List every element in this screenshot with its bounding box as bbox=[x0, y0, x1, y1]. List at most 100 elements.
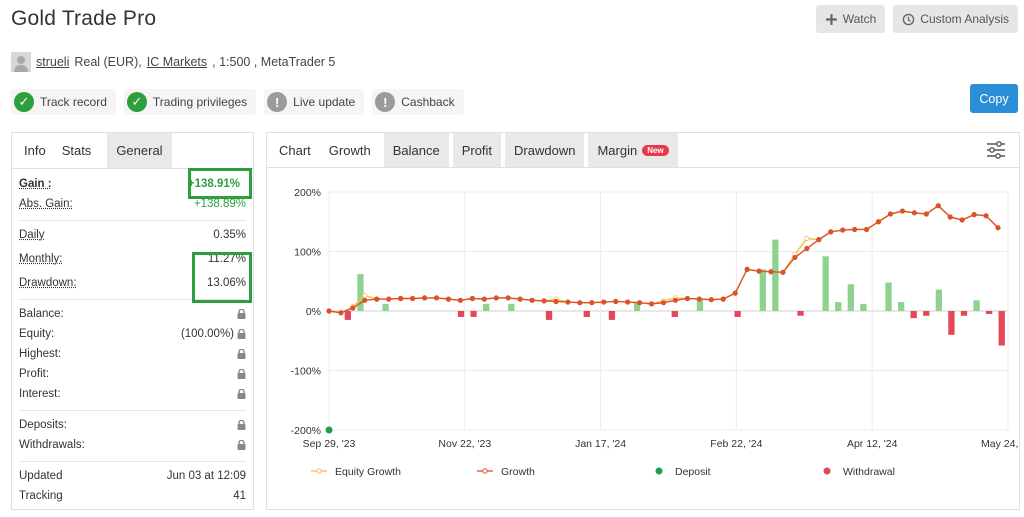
copy-button[interactable]: Copy bbox=[970, 84, 1018, 113]
growth-point bbox=[852, 226, 858, 233]
growth-point bbox=[505, 295, 511, 301]
highlight-monthly-drawdown bbox=[192, 252, 252, 303]
gain-bar bbox=[973, 300, 980, 311]
loss-bar bbox=[671, 311, 678, 317]
broker-link[interactable]: IC Markets bbox=[147, 55, 207, 69]
badge-label: Track record bbox=[40, 95, 107, 109]
badge-cashback[interactable]: ! Cashback bbox=[372, 89, 464, 115]
settings-sliders-icon[interactable] bbox=[986, 141, 1006, 159]
legend-label: Growth bbox=[501, 466, 535, 478]
stat-value: (100.00%) bbox=[180, 328, 234, 340]
growth-point bbox=[792, 254, 798, 261]
username-link[interactable]: strueli bbox=[36, 55, 69, 69]
watch-label: Watch bbox=[842, 12, 877, 26]
growth-point bbox=[601, 299, 607, 305]
badge-trading-privileges[interactable]: ✓ Trading privileges bbox=[123, 89, 257, 115]
growth-point bbox=[947, 214, 953, 220]
growth-point bbox=[481, 296, 487, 302]
growth-point bbox=[887, 211, 894, 217]
legend-swatch bbox=[823, 467, 831, 475]
legend-swatch bbox=[655, 467, 663, 475]
growth-point bbox=[398, 295, 404, 302]
loss-bar bbox=[344, 311, 352, 320]
tab-info[interactable]: Info bbox=[12, 133, 54, 168]
legend-swatch-point bbox=[482, 468, 488, 474]
x-tick-label: Jan 17, '24 bbox=[575, 438, 626, 450]
stat-label: Profit: bbox=[19, 368, 50, 380]
stat-value: +138.89% bbox=[193, 198, 246, 210]
growth-point bbox=[899, 208, 906, 214]
growth-point bbox=[553, 298, 559, 305]
growth-point bbox=[517, 296, 523, 302]
growth-point bbox=[637, 300, 643, 306]
divider bbox=[19, 410, 246, 411]
growth-point bbox=[672, 297, 679, 303]
growth-point bbox=[983, 213, 989, 219]
x-tick-label: Sep 29, '23 bbox=[303, 438, 356, 450]
stat-label: Interest: bbox=[19, 388, 61, 400]
x-tick-label: Feb 22, '24 bbox=[710, 438, 762, 450]
badge-track-record[interactable]: ✓ Track record bbox=[11, 89, 116, 115]
growth-point bbox=[362, 297, 368, 303]
stat-deposits: Deposits: bbox=[19, 415, 246, 435]
gain-bar bbox=[897, 302, 905, 311]
badge-label: Cashback bbox=[401, 95, 455, 109]
legend-label: Deposit bbox=[675, 466, 711, 478]
y-tick-label: 0% bbox=[306, 306, 321, 318]
stat-tracking: Tracking 41 bbox=[19, 486, 246, 506]
stat-label[interactable]: Monthly: bbox=[19, 253, 62, 265]
stat-profit: Profit: bbox=[19, 364, 246, 384]
tab-balance[interactable]: Balance bbox=[383, 133, 449, 167]
y-tick-label: 100% bbox=[294, 247, 321, 259]
tab-margin[interactable]: Margin New bbox=[588, 133, 678, 167]
loss-bar bbox=[910, 311, 917, 319]
tab-profit[interactable]: Profit bbox=[452, 133, 502, 167]
left-tabs: Info Stats General bbox=[12, 133, 253, 169]
stat-label[interactable]: Drawdown: bbox=[19, 277, 77, 289]
growth-point bbox=[386, 296, 392, 302]
loss-bar bbox=[985, 311, 993, 314]
growth-point bbox=[684, 295, 690, 302]
gain-bar bbox=[822, 256, 829, 311]
lock-icon bbox=[237, 440, 246, 450]
stat-label: Updated bbox=[19, 470, 63, 482]
lock-icon bbox=[237, 329, 246, 339]
tab-general[interactable]: General bbox=[107, 133, 172, 168]
growth-point bbox=[541, 298, 547, 304]
stat-label[interactable]: Abs. Gain: bbox=[19, 198, 73, 210]
watch-button[interactable]: Watch bbox=[815, 5, 886, 33]
account-line: strueli Real (EUR), IC Markets , 1:500 ,… bbox=[11, 52, 335, 72]
stat-value: Jun 03 at 12:09 bbox=[166, 470, 246, 482]
growth-point bbox=[433, 295, 440, 301]
growth-point bbox=[577, 300, 583, 306]
x-tick-label: Nov 22, '23 bbox=[438, 438, 491, 450]
growth-point bbox=[565, 299, 571, 305]
loss-bar bbox=[470, 311, 477, 317]
loss-bar bbox=[797, 311, 804, 316]
growth-point bbox=[768, 269, 774, 275]
tab-drawdown[interactable]: Drawdown bbox=[505, 133, 585, 167]
stat-label[interactable]: Gain : bbox=[19, 178, 52, 190]
check-icon: ✓ bbox=[126, 92, 147, 112]
page-title: Gold Trade Pro bbox=[11, 7, 157, 30]
tab-stats[interactable]: Stats bbox=[54, 133, 100, 168]
gain-bar bbox=[382, 303, 389, 311]
gain-bar bbox=[860, 303, 867, 311]
custom-analysis-button[interactable]: Custom Analysis bbox=[893, 5, 1018, 33]
gain-bar bbox=[508, 303, 515, 311]
badge-label: Live update bbox=[293, 95, 356, 109]
loss-bar bbox=[948, 311, 955, 335]
tab-chart[interactable]: Chart bbox=[267, 133, 320, 167]
badge-live-update[interactable]: ! Live update bbox=[264, 89, 365, 115]
loss-bar bbox=[608, 311, 616, 320]
growth-point bbox=[804, 245, 810, 252]
tab-growth[interactable]: Growth bbox=[319, 133, 380, 167]
growth-point bbox=[625, 299, 631, 305]
growth-point bbox=[911, 210, 917, 216]
loss-bar bbox=[545, 311, 553, 320]
x-tick-label: May 24, '24 bbox=[981, 438, 1019, 450]
stat-value: 0.35% bbox=[213, 229, 246, 241]
stat-label[interactable]: Daily bbox=[19, 229, 45, 241]
chart-panel: Chart Growth Balance Profit Drawdown Mar… bbox=[266, 132, 1020, 510]
stat-value: 41 bbox=[233, 490, 246, 502]
